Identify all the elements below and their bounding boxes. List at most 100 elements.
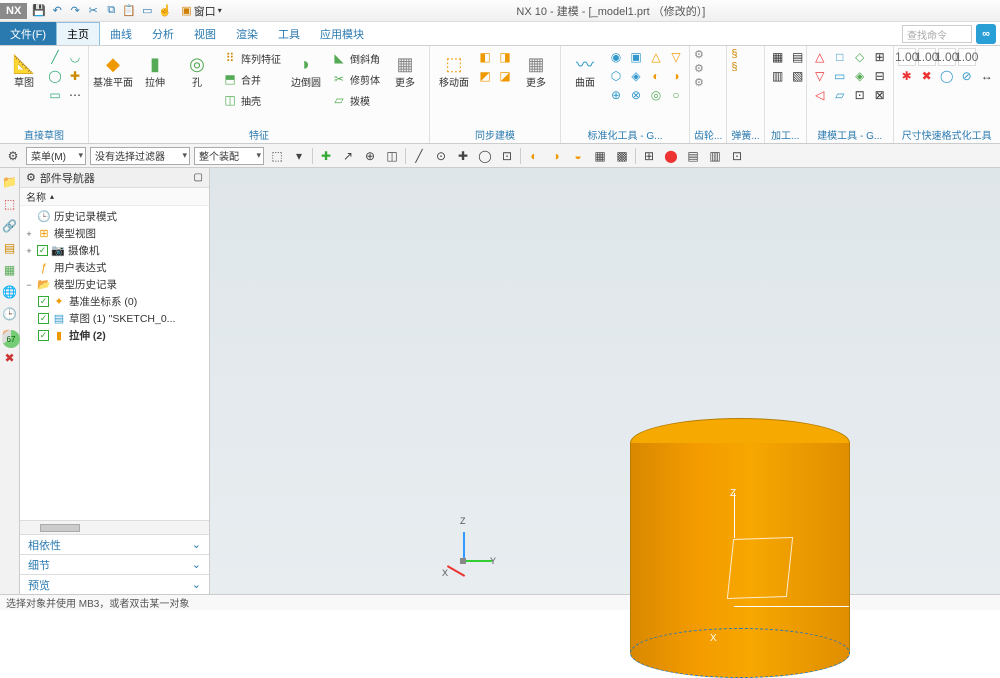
sel-ic9[interactable]: ✚ bbox=[454, 147, 472, 165]
sel-ic2[interactable]: ▾ bbox=[290, 147, 308, 165]
surface-button[interactable]: 〰曲面 bbox=[565, 48, 605, 91]
copy-icon[interactable]: ⧉ bbox=[103, 3, 119, 19]
sel-ic13[interactable]: ◑ bbox=[547, 147, 565, 165]
std4-icon[interactable]: ▽ bbox=[667, 48, 685, 66]
pin-icon[interactable]: ▢ bbox=[194, 172, 203, 183]
node-datum-csys[interactable]: ✓✦基准坐标系 (0) bbox=[20, 293, 209, 310]
file-menu[interactable]: 文件(F) bbox=[0, 22, 56, 45]
sel-ic21[interactable]: ⊡ bbox=[728, 147, 746, 165]
tab-curve[interactable]: 曲线 bbox=[100, 22, 142, 45]
tab-render[interactable]: 渲染 bbox=[226, 22, 268, 45]
menu-combo[interactable]: 菜单(M) bbox=[26, 147, 86, 165]
gear1-icon[interactable]: ⚙ bbox=[694, 48, 704, 61]
touch-icon[interactable]: ☝ bbox=[157, 3, 173, 19]
paste-icon[interactable]: 📋 bbox=[121, 3, 137, 19]
cut-icon[interactable]: ✂ bbox=[85, 3, 101, 19]
extrude-button[interactable]: ▮拉伸 bbox=[135, 48, 175, 91]
std2-icon[interactable]: ▣ bbox=[627, 48, 645, 66]
browser-icon[interactable]: 🌐 bbox=[2, 284, 18, 300]
sel-ic4[interactable]: ↗ bbox=[339, 147, 357, 165]
section-dependency[interactable]: 相依性⌄ bbox=[20, 534, 209, 554]
infinity-button[interactable]: ∞ bbox=[976, 24, 996, 44]
column-header[interactable]: 名称▴ bbox=[20, 188, 209, 206]
hole-button[interactable]: ◎孔 bbox=[177, 48, 217, 91]
dim-ic2[interactable]: ✖ bbox=[918, 67, 936, 85]
datum-plane-button[interactable]: ◆基准平面 bbox=[93, 48, 133, 91]
m1-icon[interactable]: ▦ bbox=[769, 48, 787, 66]
section-preview[interactable]: 预览⌄ bbox=[20, 574, 209, 594]
h-scrollbar[interactable] bbox=[20, 520, 209, 534]
sel-ic18[interactable]: ⬤ bbox=[662, 147, 680, 165]
roles-icon[interactable]: ✖ bbox=[2, 350, 18, 366]
sel-ic17[interactable]: ⊞ bbox=[640, 147, 658, 165]
spring2-icon[interactable]: § bbox=[731, 61, 737, 73]
sync-icon1[interactable]: ◧ bbox=[476, 48, 494, 66]
mt6-icon[interactable]: ▭ bbox=[831, 67, 849, 85]
mt8-icon[interactable]: ⊟ bbox=[871, 67, 889, 85]
mt4-icon[interactable]: ⊞ bbox=[871, 48, 889, 66]
tab-analysis[interactable]: 分析 bbox=[142, 22, 184, 45]
std12-icon[interactable]: ○ bbox=[667, 86, 685, 104]
gear3-icon[interactable]: ⚙ bbox=[694, 76, 704, 89]
node-model-history[interactable]: −📂模型历史记录 bbox=[20, 276, 209, 293]
sel-ic11[interactable]: ⊡ bbox=[498, 147, 516, 165]
save-icon[interactable]: 💾 bbox=[31, 3, 47, 19]
sel-ic12[interactable]: ◐ bbox=[525, 147, 543, 165]
sync-icon4[interactable]: ◪ bbox=[496, 67, 514, 85]
command-search[interactable]: 查找命令 bbox=[902, 25, 972, 43]
std7-icon[interactable]: ◐ bbox=[647, 67, 665, 85]
sel-ic16[interactable]: ▩ bbox=[613, 147, 631, 165]
pattern-button[interactable]: ⠿阵列特征 bbox=[219, 48, 284, 68]
sync-more-button[interactable]: ▦更多 bbox=[516, 48, 556, 91]
mt3-icon[interactable]: ◇ bbox=[851, 48, 869, 66]
sel-ic5[interactable]: ⊕ bbox=[361, 147, 379, 165]
m3-icon[interactable]: ▥ bbox=[769, 67, 787, 85]
redo-icon[interactable]: ↷ bbox=[67, 3, 83, 19]
reuse-lib-icon[interactable]: ▤ bbox=[2, 240, 18, 256]
std10-icon[interactable]: ⊗ bbox=[627, 86, 645, 104]
mt9-icon[interactable]: ◁ bbox=[811, 86, 829, 104]
std11-icon[interactable]: ◎ bbox=[647, 86, 665, 104]
sync-icon3[interactable]: ◩ bbox=[476, 67, 494, 85]
sel-ic20[interactable]: ▥ bbox=[706, 147, 724, 165]
more-sketch-icon[interactable]: ⋯ bbox=[66, 86, 84, 104]
assembly-combo[interactable]: 整个装配 bbox=[194, 147, 264, 165]
mt10-icon[interactable]: ▱ bbox=[831, 86, 849, 104]
m2-icon[interactable]: ▤ bbox=[789, 48, 807, 66]
std9-icon[interactable]: ⊕ bbox=[607, 86, 625, 104]
m4-icon[interactable]: ▧ bbox=[789, 67, 807, 85]
arc-icon[interactable]: ◡ bbox=[66, 48, 84, 66]
selbar-settings-icon[interactable]: ⚙ bbox=[4, 147, 22, 165]
tab-tools[interactable]: 工具 bbox=[268, 22, 310, 45]
tab-home[interactable]: 主页 bbox=[56, 22, 100, 45]
dim2-button[interactable]: 1.00 bbox=[918, 48, 936, 66]
mt2-icon[interactable]: □ bbox=[831, 48, 849, 66]
window-menu[interactable]: ▣ 窗口 ▾ bbox=[181, 3, 221, 19]
sel-ic1[interactable]: ⬚ bbox=[268, 147, 286, 165]
3d-viewport[interactable]: Z Y X Z Y X bbox=[210, 168, 1000, 594]
node-extrude[interactable]: ✓▮拉伸 (2) bbox=[20, 327, 209, 344]
dim1-button[interactable]: 1.00 bbox=[898, 48, 916, 66]
sync-icon2[interactable]: ◨ bbox=[496, 48, 514, 66]
node-user-expr[interactable]: ƒ用户表达式 bbox=[20, 259, 209, 276]
sel-ic8[interactable]: ⊙ bbox=[432, 147, 450, 165]
constraint-nav-icon[interactable]: 🔗 bbox=[2, 218, 18, 234]
hd3d-icon[interactable]: ▦ bbox=[2, 262, 18, 278]
draft-button[interactable]: ▱拨模 bbox=[328, 90, 383, 110]
feature-more-button[interactable]: ▦更多 bbox=[385, 48, 425, 91]
gear2-icon[interactable]: ⚙ bbox=[694, 62, 704, 75]
sel-ic19[interactable]: ▤ bbox=[684, 147, 702, 165]
std5-icon[interactable]: ⬡ bbox=[607, 67, 625, 85]
mt5-icon[interactable]: ▽ bbox=[811, 67, 829, 85]
sel-ic15[interactable]: ▦ bbox=[591, 147, 609, 165]
assembly-nav-tab-icon[interactable]: ⬚ bbox=[2, 196, 18, 212]
std1-icon[interactable]: ◉ bbox=[607, 48, 625, 66]
move-face-button[interactable]: ⬚移动面 bbox=[434, 48, 474, 91]
sel-ic3[interactable]: ✚ bbox=[317, 147, 335, 165]
dim3-button[interactable]: 1.00 bbox=[938, 48, 956, 66]
new-icon[interactable]: ▭ bbox=[139, 3, 155, 19]
mt7-icon[interactable]: ◈ bbox=[851, 67, 869, 85]
unite-button[interactable]: ⬒合并 bbox=[219, 69, 284, 89]
mt12-icon[interactable]: ⊠ bbox=[871, 86, 889, 104]
nav-settings-icon[interactable]: ⚙ bbox=[26, 171, 36, 184]
